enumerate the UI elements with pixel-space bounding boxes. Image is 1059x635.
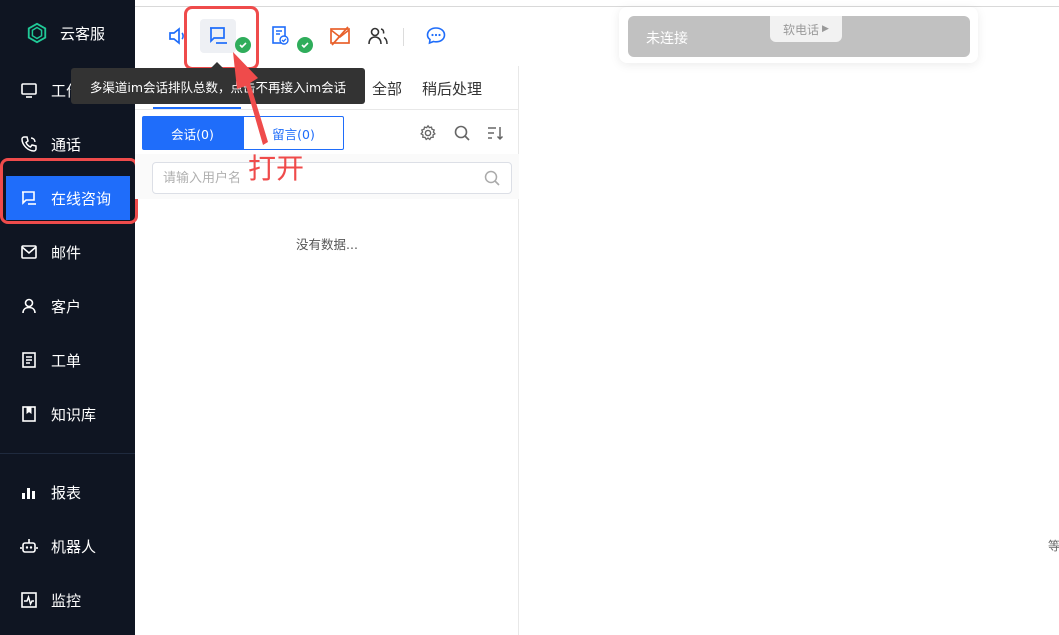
search-icon[interactable] [483,169,501,187]
document-check-icon[interactable] [268,24,292,48]
softphone-bar[interactable]: 未连接 软电话 ▶ [628,16,970,57]
sidebar-item-label: 客户 [51,297,82,316]
ticket-icon [20,351,38,369]
robot-icon [20,537,38,555]
search-box [152,162,512,194]
sidebar-item-customers[interactable]: 客户 [0,284,135,328]
sidebar-item-label: 监控 [51,591,82,610]
sidebar-item-label: 报表 [51,483,82,502]
settings-gear-icon[interactable] [418,123,438,143]
sidebar-item-online-consult[interactable]: 在线咨询 [6,176,130,220]
sidebar-item-tickets[interactable]: 工单 [0,338,135,382]
brand-name: 云客服 [60,24,106,43]
annotation-text: 打开 [248,152,305,185]
brand: 云客服 [0,0,135,66]
tab-later[interactable]: 稍后处理 [422,78,482,99]
monitor-icon [20,81,38,99]
tab-divider [135,109,519,110]
toolbar-separator [403,28,404,46]
sidebar-item-knowledge[interactable]: 知识库 [0,392,135,436]
app-root: 云客服 工作台 通话 在线咨询 邮件 [0,0,1059,635]
im-chat-icon[interactable] [206,24,230,48]
softphone-label-text: 软电话 [783,22,820,37]
softphone-status: 未连接 [646,31,688,47]
chat-icon [20,189,38,207]
sidebar-item-label: 工单 [51,351,82,370]
segment-conversations[interactable]: 会话(0) [142,116,243,150]
sidebar-item-mail[interactable]: 邮件 [0,230,135,274]
sidebar-item-label: 机器人 [51,537,97,556]
sidebar-item-label: 知识库 [51,405,97,424]
edge-text: 等 [1048,539,1059,553]
sidebar-item-robot[interactable]: 机器人 [0,524,135,568]
conversation-panel: 全部 稍后处理 会话(0) 留言(0) 没有数据... [135,66,519,635]
tooltip: 多渠道im会话排队总数，点击不再接入im会话 [71,68,365,104]
sidebar-item-calls[interactable]: 通话 [0,122,135,166]
phone-icon [20,135,38,153]
monitor-pulse-icon [20,591,38,609]
book-icon [20,405,38,423]
empty-state-text: 没有数据... [296,237,358,252]
caret-right-icon: ▶ [822,24,829,34]
username-search-input[interactable] [163,163,473,193]
sidebar-item-reports[interactable]: 报表 [0,470,135,514]
sidebar-divider [0,453,135,454]
segment-messages[interactable]: 留言(0) [243,116,344,150]
tab-all[interactable]: 全部 [372,78,402,99]
sidebar-item-label: 通话 [51,135,82,154]
speaker-icon[interactable] [166,24,190,48]
check-badge-icon [235,37,251,53]
bar-chart-icon [20,483,38,501]
mail-off-icon[interactable] [328,24,352,48]
check-badge-icon [297,37,313,53]
search-icon[interactable] [452,123,472,143]
softphone-label[interactable]: 软电话 ▶ [770,16,842,42]
sidebar-item-label: 在线咨询 [51,189,112,208]
softphone-panel: 未连接 软电话 ▶ [619,7,978,63]
logo-icon [27,22,47,44]
user-icon [20,297,38,315]
chat-bubble-icon[interactable] [424,24,448,48]
users-icon[interactable] [366,24,390,48]
mail-icon [20,243,38,261]
sidebar-item-label: 邮件 [51,243,82,262]
sidebar-item-monitoring[interactable]: 监控 [0,578,135,622]
sort-icon[interactable] [485,123,505,143]
